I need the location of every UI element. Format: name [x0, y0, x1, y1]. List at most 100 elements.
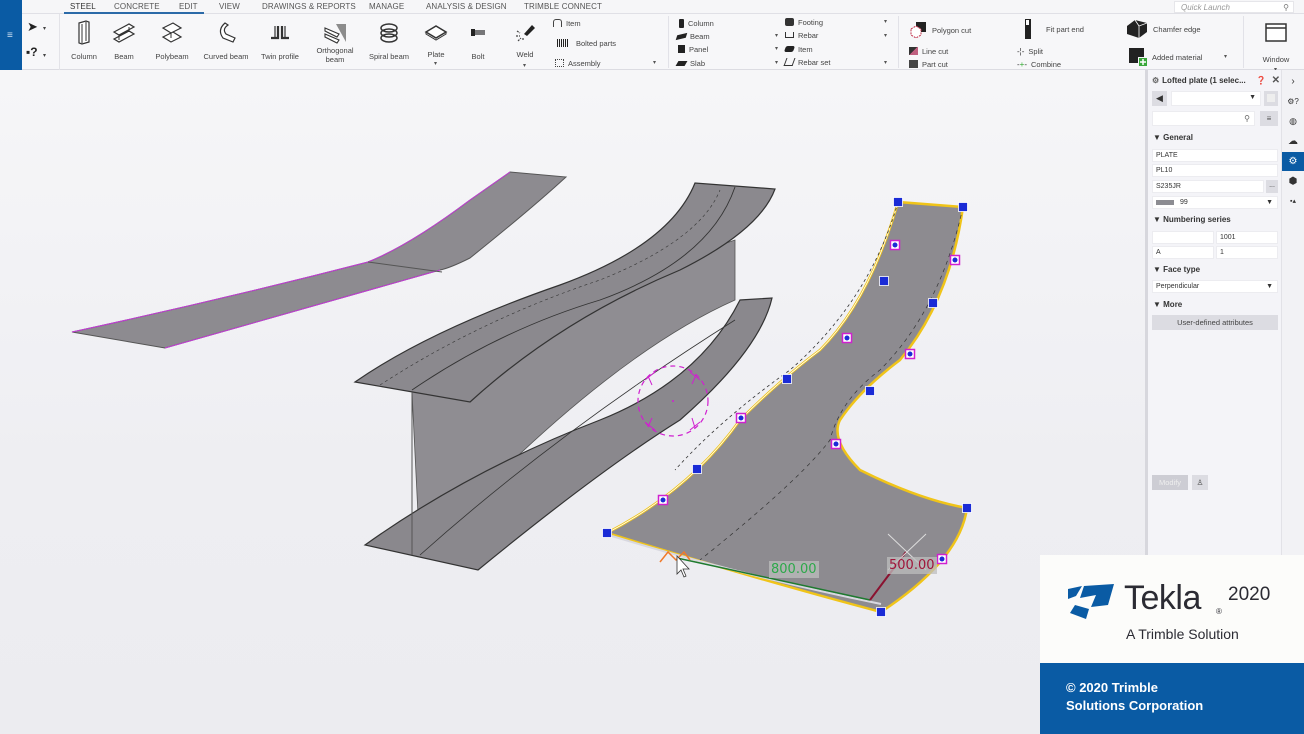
model-canvas[interactable]	[0, 70, 1145, 734]
footing-button[interactable]: Footing	[785, 17, 823, 27]
quick-launch-input[interactable]: Quick Launch ⚲	[1174, 1, 1294, 13]
corner-handle[interactable]	[876, 607, 886, 617]
combine-button[interactable]: -+- Combine	[1017, 59, 1061, 69]
corner-handle[interactable]	[928, 298, 938, 308]
name-field[interactable]: PLATE	[1152, 149, 1278, 162]
back-button[interactable]: ◀	[1152, 91, 1167, 106]
footing-dropdown[interactable]: ▾	[884, 18, 887, 25]
rebar-set-button[interactable]: Rebar set	[783, 57, 831, 67]
window-button[interactable]: Window ▾	[1250, 20, 1302, 73]
corner-handle[interactable]	[893, 197, 903, 207]
assembly-prefix-field[interactable]: A	[1152, 246, 1214, 259]
corner-handle[interactable]	[962, 503, 972, 513]
tab-view[interactable]: VIEW	[219, 2, 240, 11]
profile-field[interactable]: PL10	[1152, 164, 1278, 177]
split-button[interactable]: -¦- Split	[1017, 46, 1043, 56]
face-type-select[interactable]: Perpendicular ▼	[1152, 280, 1278, 293]
class-select[interactable]: 99 ▼	[1152, 196, 1278, 209]
corner-handle[interactable]	[782, 374, 792, 384]
material-browse-button[interactable]: ...	[1266, 180, 1278, 193]
tab-steel[interactable]: STEEL	[70, 2, 96, 11]
part-prefix-field[interactable]	[1152, 231, 1214, 244]
section-general[interactable]: ▼ General	[1153, 133, 1193, 142]
pick-button[interactable]: ♙	[1192, 475, 1208, 490]
model-view-3d[interactable]: 800.00 500.00	[0, 70, 1145, 734]
chamfer-edge-button[interactable]: Chamfer edge	[1125, 17, 1201, 41]
tab-manage[interactable]: MANAGE	[369, 2, 404, 11]
added-material-dropdown[interactable]: ▾	[1224, 53, 1227, 60]
section-numbering-series[interactable]: ▼ Numbering series	[1153, 215, 1231, 224]
weld-dropdown[interactable]: ▾	[523, 62, 526, 69]
concrete-column-button[interactable]: Column	[679, 18, 714, 28]
list-options-button[interactable]: ≡	[1260, 111, 1278, 126]
select-arrow-icon[interactable]: ➤	[27, 19, 38, 35]
tab-trimble-connect[interactable]: TRIMBLE CONNECT	[524, 2, 602, 11]
orthogonal-beam-button[interactable]: Orthogonal beam	[309, 20, 361, 68]
line-cut-button[interactable]: Line cut	[909, 46, 948, 56]
globe-icon[interactable]: ◍	[1282, 112, 1304, 131]
steel-beam-button[interactable]: Beam	[98, 20, 150, 68]
slab-button[interactable]: Slab	[675, 58, 705, 68]
plate-dropdown[interactable]: ▾	[434, 60, 437, 67]
bolt-button[interactable]: Bolt	[452, 20, 504, 68]
corner-handle[interactable]	[879, 276, 889, 286]
weld-button[interactable]: Weld ▾	[499, 20, 551, 69]
assembly-start-number-field[interactable]: 1	[1216, 246, 1278, 259]
spiral-beam-button[interactable]: Spiral beam	[363, 20, 415, 68]
help-icon[interactable]: ❓	[1256, 76, 1266, 85]
item-button[interactable]: Item	[553, 18, 581, 28]
rebar-button[interactable]: Rebar	[785, 30, 818, 40]
search-icon[interactable]: ⚲	[1283, 2, 1289, 13]
slab-dropdown[interactable]: ▾	[775, 59, 778, 66]
twin-profile-button[interactable]: Twin profile	[254, 20, 306, 68]
panel-dropdown[interactable]: ▾	[775, 45, 778, 52]
cloud-icon[interactable]: ☁	[1282, 132, 1304, 151]
panel-button[interactable]: Panel	[678, 44, 708, 54]
custom-properties-icon[interactable]: ⚙?	[1282, 92, 1304, 111]
section-more[interactable]: ▼ More	[1153, 300, 1182, 309]
bolted-parts-button[interactable]: Bolted parts	[557, 38, 616, 48]
snap-help-icon[interactable]: ▪?	[26, 45, 38, 59]
corner-handle[interactable]	[692, 464, 702, 474]
dimension-label-length[interactable]: 800.00	[769, 561, 819, 578]
snap-dropdown[interactable]: ▾	[43, 52, 46, 59]
modify-button[interactable]: Modify	[1152, 475, 1188, 490]
corner-handle[interactable]	[865, 386, 875, 396]
concrete-beam-dropdown[interactable]: ▾	[775, 32, 778, 39]
corner-handle[interactable]	[602, 528, 612, 538]
rebar-dropdown[interactable]: ▾	[884, 32, 887, 39]
added-material-button[interactable]: Added material	[1128, 47, 1202, 67]
select-dropdown[interactable]: ▾	[43, 25, 46, 32]
polygon-cut-button[interactable]: Polygon cut	[908, 20, 971, 40]
properties-search-input[interactable]: ⚲	[1152, 111, 1255, 126]
concrete-beam-button[interactable]: Beam	[675, 31, 710, 41]
save-preset-button[interactable]	[1264, 91, 1278, 106]
fit-part-end-button[interactable]: Fit part end	[1022, 18, 1084, 40]
tab-drawings-reports[interactable]: DRAWINGS & REPORTS	[262, 2, 356, 11]
section-face-type[interactable]: ▼ Face type	[1153, 265, 1200, 274]
rebar-set-dropdown[interactable]: ▾	[884, 59, 887, 66]
settings-gear-icon[interactable]: ⚙	[1282, 152, 1304, 171]
part-cut-button[interactable]: Part cut	[909, 59, 948, 69]
curved-beam-button[interactable]: Curved beam	[200, 20, 252, 68]
corner-handle[interactable]	[958, 202, 968, 212]
assembly-dropdown[interactable]: ▾	[653, 59, 656, 66]
tab-concrete[interactable]: CONCRETE	[114, 2, 160, 11]
material-field[interactable]: S235JR	[1152, 180, 1264, 193]
menu-icon[interactable]: ≡	[7, 30, 13, 41]
tab-analysis-design[interactable]: ANALYSIS & DESIGN	[426, 2, 507, 11]
file-menu-strip[interactable]: ≡	[0, 0, 22, 70]
dimension-label-width[interactable]: 500.00	[887, 557, 937, 574]
shapes-icon[interactable]: ▪▴	[1282, 192, 1304, 211]
assembly-button[interactable]: Assembly	[555, 58, 601, 68]
attribute-preset-select[interactable]: ▼	[1171, 91, 1261, 106]
part-start-number-field[interactable]: 1001	[1216, 231, 1278, 244]
tab-edit[interactable]: EDIT	[179, 2, 198, 11]
concrete-item-button[interactable]: Item	[783, 44, 813, 54]
copyright-line-1: © 2020 Trimble	[1066, 680, 1158, 695]
close-icon[interactable]: ✕	[1272, 75, 1280, 86]
polybeam-button[interactable]: Polybeam	[146, 20, 198, 68]
collapse-chevron-icon[interactable]: ›	[1282, 72, 1304, 91]
user-defined-attributes-button[interactable]: User-defined attributes	[1152, 315, 1278, 330]
object-cube-icon[interactable]: ⬢	[1282, 172, 1304, 191]
